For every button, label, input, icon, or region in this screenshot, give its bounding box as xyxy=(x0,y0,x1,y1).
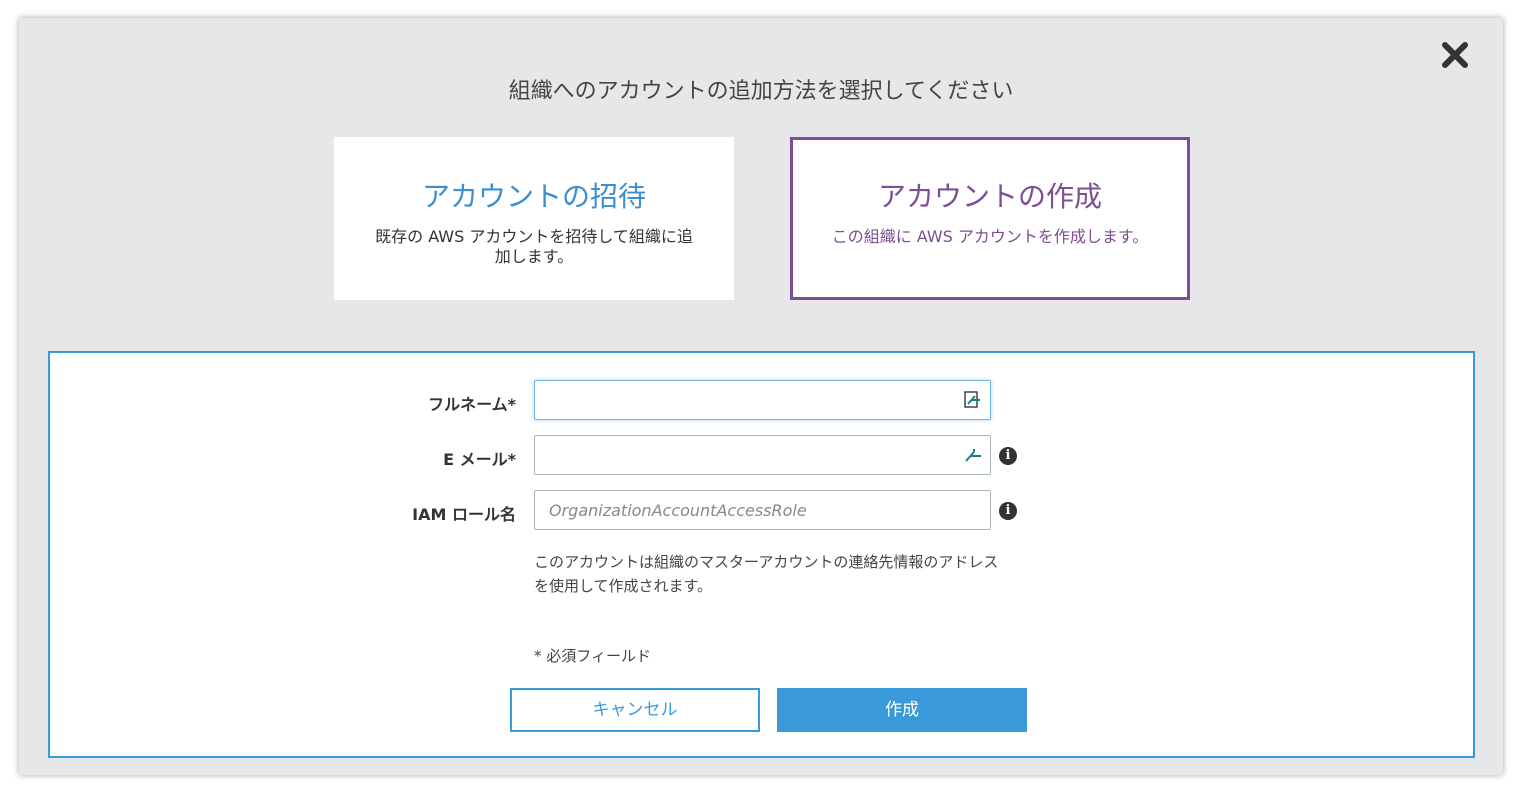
create-option-description: この組織に AWS アカウントを作成します。 xyxy=(831,227,1149,246)
invite-option-description: 既存の AWS アカウントを招待して組織に追加します。 xyxy=(375,227,693,266)
iam-role-label: IAM ロール名 xyxy=(412,505,516,524)
invite-option-title: アカウントの招待 xyxy=(421,180,646,213)
cancel-button[interactable]: キャンセル xyxy=(510,688,760,732)
autofill-key-icon[interactable] xyxy=(963,445,983,465)
fullname-label: フルネーム* xyxy=(428,395,516,414)
create-account-form: フルネーム* E メール* i IAM ロール名 i このアカウントは組織のマス… xyxy=(48,351,1475,758)
create-account-option[interactable]: アカウントの作成 この組織に AWS アカウントを作成します。 xyxy=(790,137,1190,300)
iam-role-input[interactable] xyxy=(534,490,991,530)
create-button[interactable]: 作成 xyxy=(777,688,1027,732)
email-input[interactable] xyxy=(534,435,991,475)
create-option-title: アカウントの作成 xyxy=(877,180,1102,213)
iam-role-info-icon[interactable]: i xyxy=(999,502,1017,520)
dialog-title: 組織へのアカウントの追加方法を選択してください xyxy=(508,79,1014,104)
email-label: E メール* xyxy=(443,450,516,469)
required-fields-note: * 必須フィールド xyxy=(534,647,651,665)
add-account-dialog: 組織へのアカウントの追加方法を選択してください アカウントの招待 既存の AWS… xyxy=(19,18,1503,775)
close-icon[interactable] xyxy=(1440,40,1470,70)
fullname-input[interactable] xyxy=(534,380,991,420)
invite-account-option[interactable]: アカウントの招待 既存の AWS アカウントを招待して組織に追加します。 xyxy=(334,137,734,300)
contact-info-note: このアカウントは組織のマスターアカウントの連絡先情報のアドレスを使用して作成され… xyxy=(534,553,999,595)
autofill-key-icon[interactable] xyxy=(963,390,983,410)
email-info-icon[interactable]: i xyxy=(999,447,1017,465)
